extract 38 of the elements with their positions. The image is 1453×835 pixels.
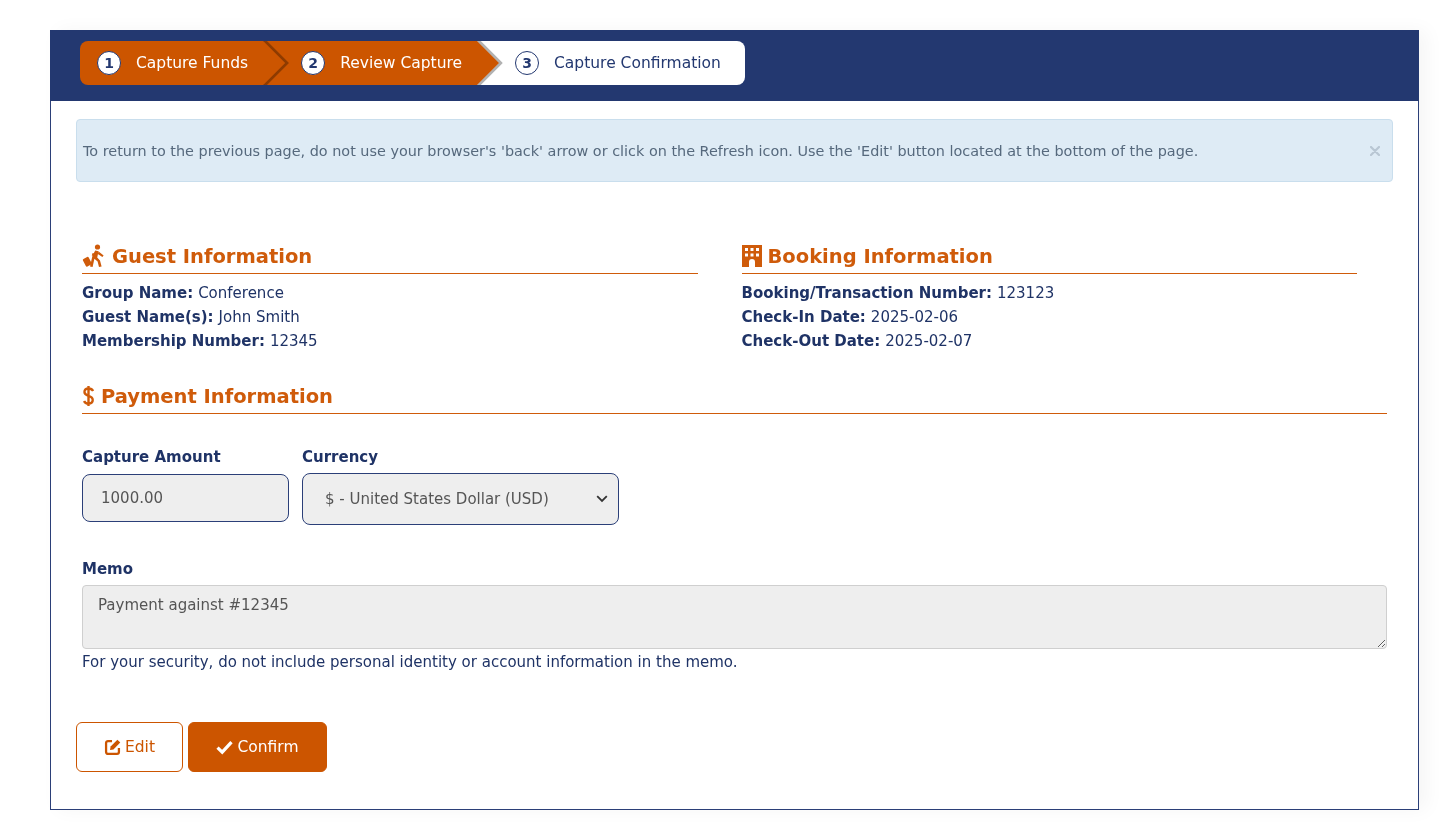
- step-label: Capture Funds: [136, 54, 249, 72]
- section-heading: Booking Information: [767, 244, 993, 268]
- help-text: For your security, do not include personal identity or account information in the memo.: [82, 652, 738, 673]
- step-number: 2: [301, 51, 326, 75]
- building-icon: [741, 245, 762, 267]
- step-label: Review Capture: [340, 54, 463, 72]
- field-value: Conference: [198, 283, 284, 304]
- field-label: Currency: [302, 447, 378, 468]
- field-value: John Smith: [218, 307, 300, 328]
- dollar-icon: [82, 385, 95, 407]
- edit-icon: [104, 738, 121, 756]
- section-heading: Guest Information: [112, 244, 313, 268]
- person-luggage-icon: [82, 244, 106, 268]
- field-label: Capture Amount: [82, 447, 221, 468]
- field-label: Group Name:: [82, 283, 194, 304]
- field-label: Guest Name(s):: [82, 307, 214, 328]
- field-value: 123123: [996, 283, 1055, 304]
- close-icon[interactable]: [1370, 145, 1380, 156]
- check-icon: [216, 738, 234, 756]
- step-number: 1: [97, 51, 121, 75]
- amount-field[interactable]: 1000.00: [82, 474, 289, 522]
- field-label: Memo: [82, 559, 134, 580]
- field-label: Check-Out Date:: [741, 331, 881, 352]
- section-heading: Payment Information: [101, 384, 333, 408]
- field-value: 12345: [269, 331, 318, 352]
- alert-message: To return to the previous page, do not use your browser's 'back' arrow or click on the Refresh icon. Use the 'Edit' button located at the bottom of the page.: [83, 142, 1199, 159]
- field-label: Membership Number:: [82, 331, 265, 352]
- chevron-down-icon: [596, 495, 608, 503]
- memo-field[interactable]: Payment against #12345: [82, 585, 1387, 649]
- field-value: 2025-02-06: [870, 307, 959, 328]
- confirm-button[interactable]: Confirm: [188, 722, 327, 772]
- field-value: 2025-02-07: [885, 331, 973, 352]
- field-label: Booking/Transaction Number:: [741, 283, 992, 304]
- step-label: Capture Confirmation: [554, 54, 721, 72]
- currency-select[interactable]: $ - United States Dollar (USD): [302, 473, 619, 525]
- edit-button[interactable]: Edit: [76, 722, 183, 772]
- field-label: Check-In Date:: [741, 307, 866, 328]
- step-number: 3: [515, 51, 540, 75]
